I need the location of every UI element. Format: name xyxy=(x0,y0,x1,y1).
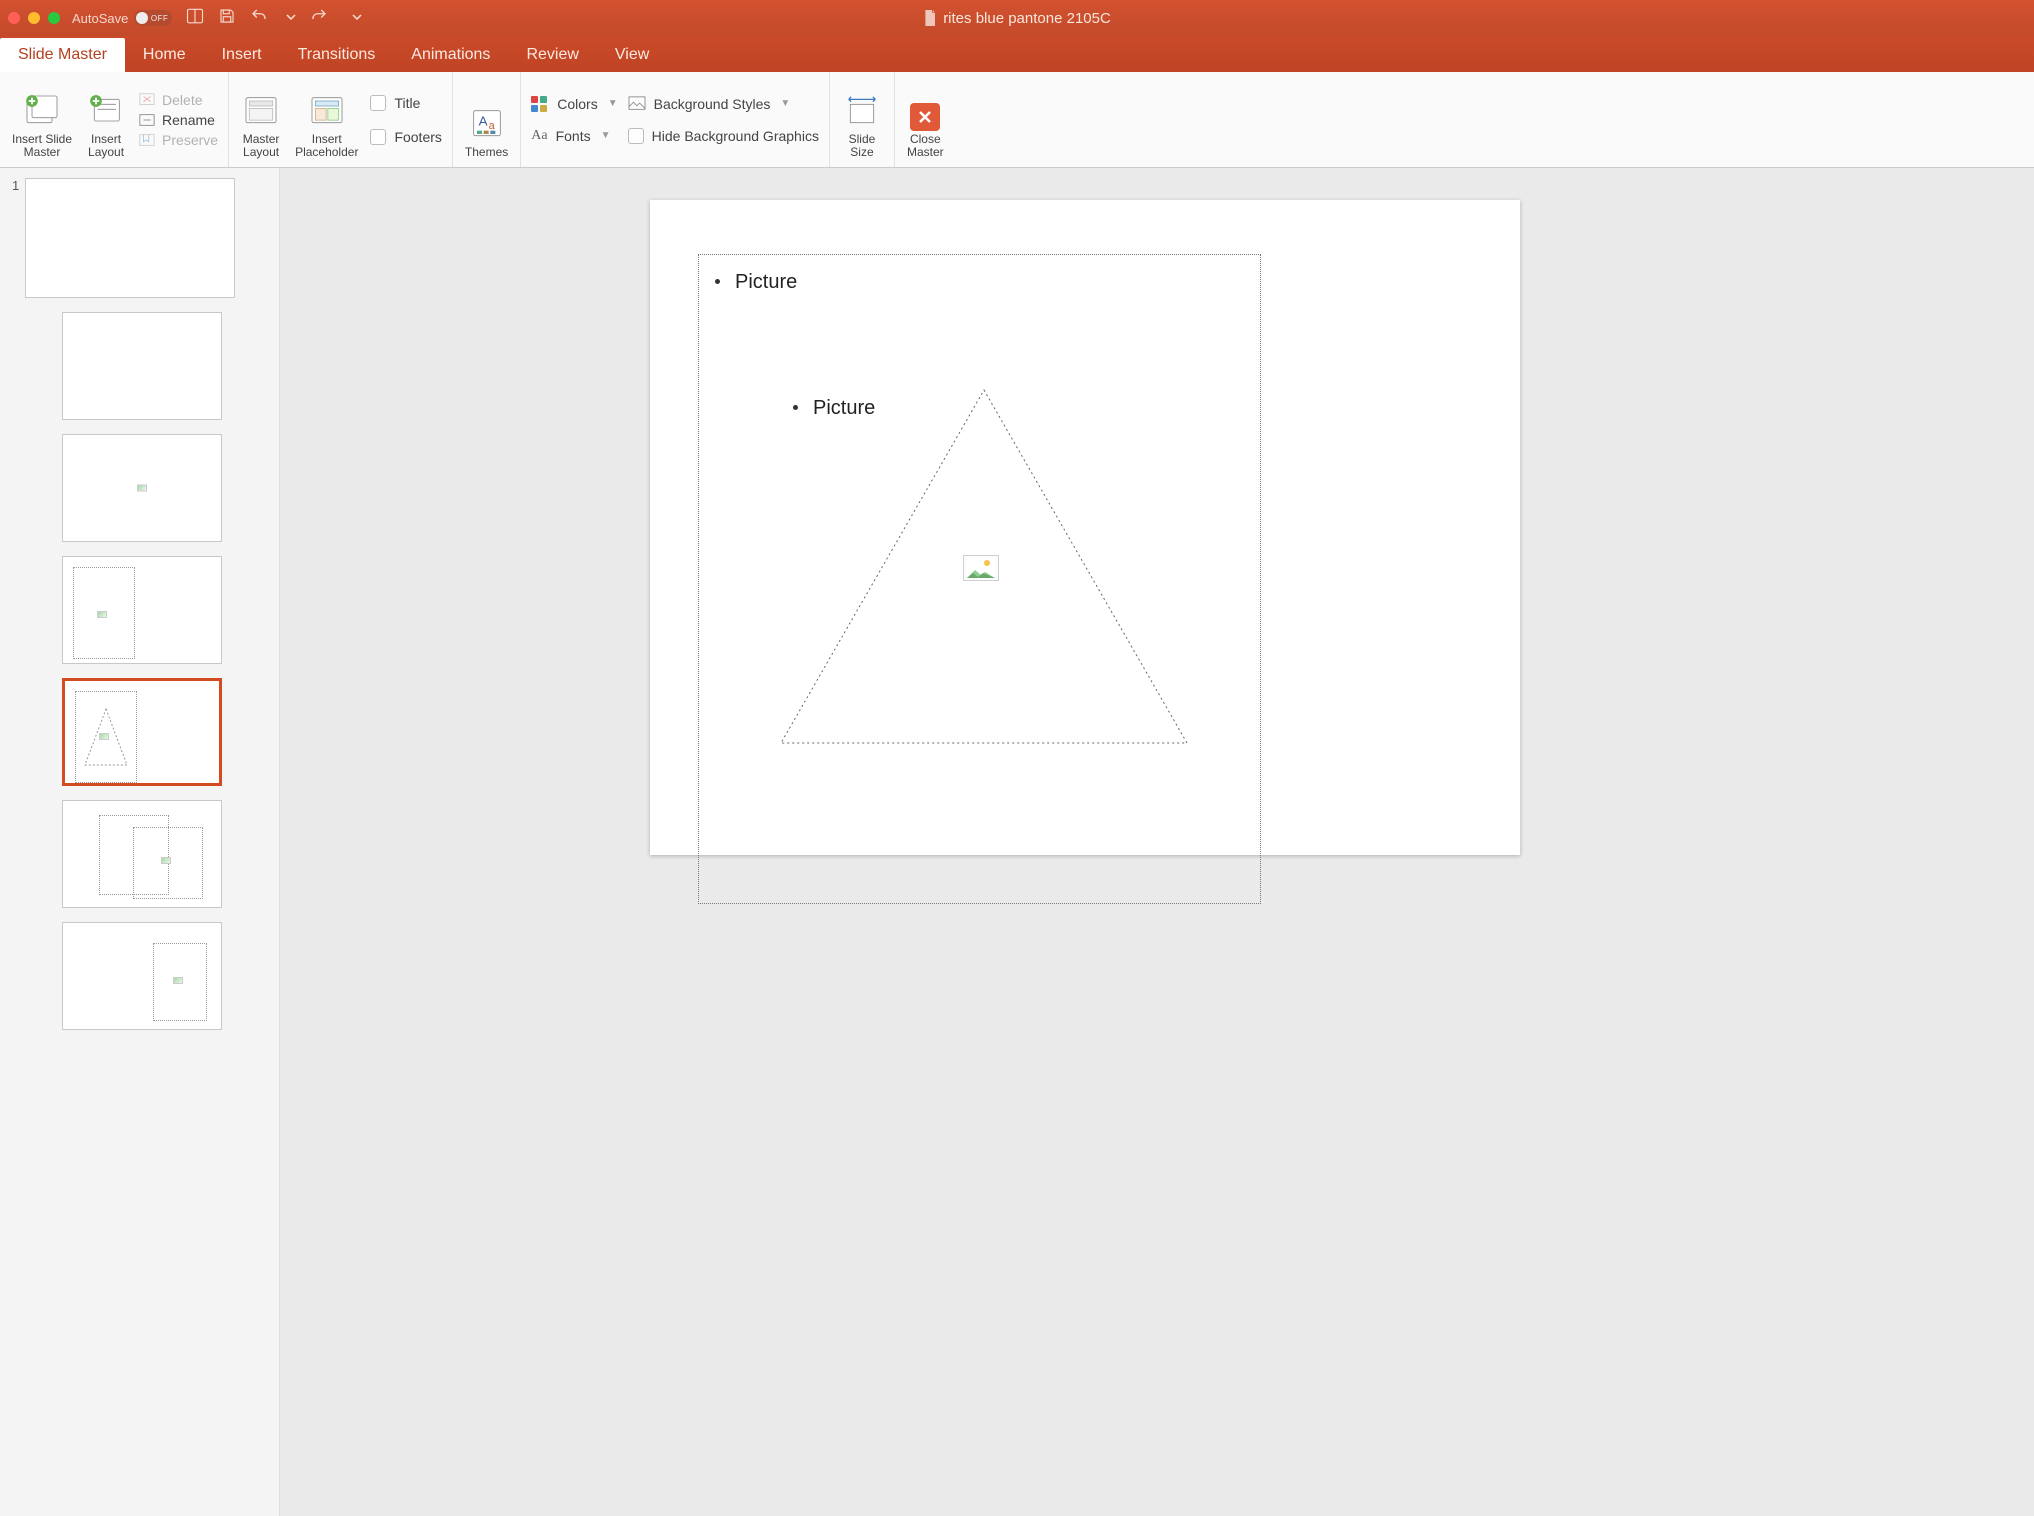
tab-home[interactable]: Home xyxy=(125,38,204,72)
rename-label: Rename xyxy=(162,112,215,128)
close-icon xyxy=(910,103,940,131)
thumbnail-layout-4[interactable] xyxy=(62,678,222,786)
group-background: Colors ▼ Aa Fonts ▼ Background Styles ▼ … xyxy=(521,72,830,167)
insert-layout-label: Insert Layout xyxy=(88,133,124,159)
thumbnail-layout-5[interactable] xyxy=(62,800,222,908)
svg-text:a: a xyxy=(488,120,495,132)
window-zoom-button[interactable] xyxy=(48,12,60,24)
insert-slide-master-label: Insert Slide Master xyxy=(12,133,72,159)
chevron-down-icon: ▼ xyxy=(780,98,790,109)
master-index: 1 xyxy=(12,178,19,193)
picture-placeholder-icon[interactable] xyxy=(963,555,999,581)
save-icon[interactable] xyxy=(218,7,236,30)
title-bar: AutoSave OFF rites blue pantone 2105C xyxy=(0,0,2034,36)
checkbox-icon xyxy=(370,129,386,145)
close-master-button[interactable]: Close Master xyxy=(905,76,946,163)
delete-button[interactable]: Delete xyxy=(138,92,218,108)
thumbnail-layout-1[interactable] xyxy=(62,312,222,420)
window-minimize-button[interactable] xyxy=(28,12,40,24)
autosave-label: AutoSave xyxy=(72,11,128,26)
thumbnail-panel[interactable]: 1 xyxy=(0,168,280,1516)
chevron-down-icon: ▼ xyxy=(608,98,618,109)
slide-size-label: Slide Size xyxy=(849,133,876,159)
fonts-dropdown[interactable]: Aa Fonts ▼ xyxy=(531,128,617,144)
master-layout-button[interactable]: Master Layout xyxy=(239,76,283,163)
master-edit-column: Delete Rename Preserve xyxy=(138,92,218,148)
insert-placeholder-button[interactable]: Insert Placeholder xyxy=(293,76,360,163)
rename-button[interactable]: Rename xyxy=(138,112,218,128)
presentation-file-icon xyxy=(923,10,937,26)
colors-label: Colors xyxy=(557,96,597,112)
bullet-icon xyxy=(715,279,720,284)
slide[interactable]: Picture Picture xyxy=(650,200,1520,855)
preserve-button[interactable]: Preserve xyxy=(138,132,218,148)
workspace: 1 xyxy=(0,168,2034,1516)
delete-label: Delete xyxy=(162,92,202,108)
master-layout-label: Master Layout xyxy=(243,133,280,159)
thumbnail-master[interactable] xyxy=(25,178,235,298)
undo-dropdown-icon[interactable] xyxy=(286,9,296,27)
toggle-knob xyxy=(136,12,148,24)
group-themes: Aa Themes xyxy=(453,72,521,167)
footers-checkbox[interactable]: Footers xyxy=(370,129,441,145)
checkbox-icon xyxy=(628,128,644,144)
title-footers-column: Title Footers xyxy=(370,95,441,145)
window-close-button[interactable] xyxy=(8,12,20,24)
thumbnail-layout-2[interactable] xyxy=(62,434,222,542)
close-master-label: Close Master xyxy=(907,133,944,159)
group-master-layout: Master Layout Insert Placeholder Title F… xyxy=(229,72,453,167)
tab-insert[interactable]: Insert xyxy=(204,38,280,72)
tab-transitions[interactable]: Transitions xyxy=(280,38,394,72)
preserve-label: Preserve xyxy=(162,132,218,148)
svg-text:A: A xyxy=(478,113,487,128)
background-styles-dropdown[interactable]: Background Styles ▼ xyxy=(628,96,819,112)
autosave-toggle[interactable]: AutoSave OFF xyxy=(72,10,172,26)
thumbnail-layout-3[interactable] xyxy=(62,556,222,664)
insert-layout-button[interactable]: Insert Layout xyxy=(84,76,128,163)
bg-styles-column: Background Styles ▼ Hide Background Grap… xyxy=(628,96,819,144)
picture-placeholder-outer[interactable]: Picture Picture xyxy=(698,254,1261,904)
checkbox-icon xyxy=(370,95,386,111)
themes-label: Themes xyxy=(465,146,508,159)
toggle-state: OFF xyxy=(151,14,169,23)
ribbon-tabs: Slide Master Home Insert Transitions Ani… xyxy=(0,36,2034,72)
hide-bg-graphics-label: Hide Background Graphics xyxy=(652,128,819,144)
tab-animations[interactable]: Animations xyxy=(393,38,508,72)
colors-swatch-icon xyxy=(531,96,549,112)
thumbnail-layout-6[interactable] xyxy=(62,922,222,1030)
group-close: Close Master xyxy=(895,72,956,167)
view-icon[interactable] xyxy=(186,7,204,30)
title-checkbox-label: Title xyxy=(394,95,420,111)
slide-size-button[interactable]: Slide Size xyxy=(840,76,884,163)
insert-placeholder-label: Insert Placeholder xyxy=(295,133,358,159)
quick-access-toolbar xyxy=(186,7,362,30)
undo-icon[interactable] xyxy=(250,7,268,30)
fonts-label: Fonts xyxy=(556,128,591,144)
fonts-icon: Aa xyxy=(531,128,547,144)
tab-review[interactable]: Review xyxy=(508,38,596,72)
title-checkbox[interactable]: Title xyxy=(370,95,441,111)
window-controls xyxy=(8,12,60,24)
tab-view[interactable]: View xyxy=(597,38,667,72)
ribbon: Insert Slide Master Insert Layout Delete… xyxy=(0,72,2034,168)
slide-canvas[interactable]: Picture Picture xyxy=(280,168,2034,1516)
toggle-switch[interactable]: OFF xyxy=(134,10,172,26)
chevron-down-icon: ▼ xyxy=(601,130,611,141)
insert-slide-master-button[interactable]: Insert Slide Master xyxy=(10,76,74,163)
tab-slide-master[interactable]: Slide Master xyxy=(0,38,125,72)
hide-bg-graphics-checkbox[interactable]: Hide Background Graphics xyxy=(628,128,819,144)
group-edit-master: Insert Slide Master Insert Layout Delete… xyxy=(0,72,229,167)
group-size: Slide Size xyxy=(830,72,895,167)
colors-dropdown[interactable]: Colors ▼ xyxy=(531,96,617,112)
redo-icon[interactable] xyxy=(310,7,328,30)
qat-customize-icon[interactable] xyxy=(352,9,362,27)
document-title: rites blue pantone 2105C xyxy=(923,10,1111,27)
themes-button[interactable]: Aa Themes xyxy=(463,76,510,163)
background-styles-icon xyxy=(628,96,646,112)
colors-fonts-column: Colors ▼ Aa Fonts ▼ xyxy=(531,96,617,144)
background-styles-label: Background Styles xyxy=(654,96,771,112)
document-title-text: rites blue pantone 2105C xyxy=(943,10,1111,27)
outer-placeholder-label: Picture xyxy=(735,271,797,294)
footers-checkbox-label: Footers xyxy=(394,129,441,145)
